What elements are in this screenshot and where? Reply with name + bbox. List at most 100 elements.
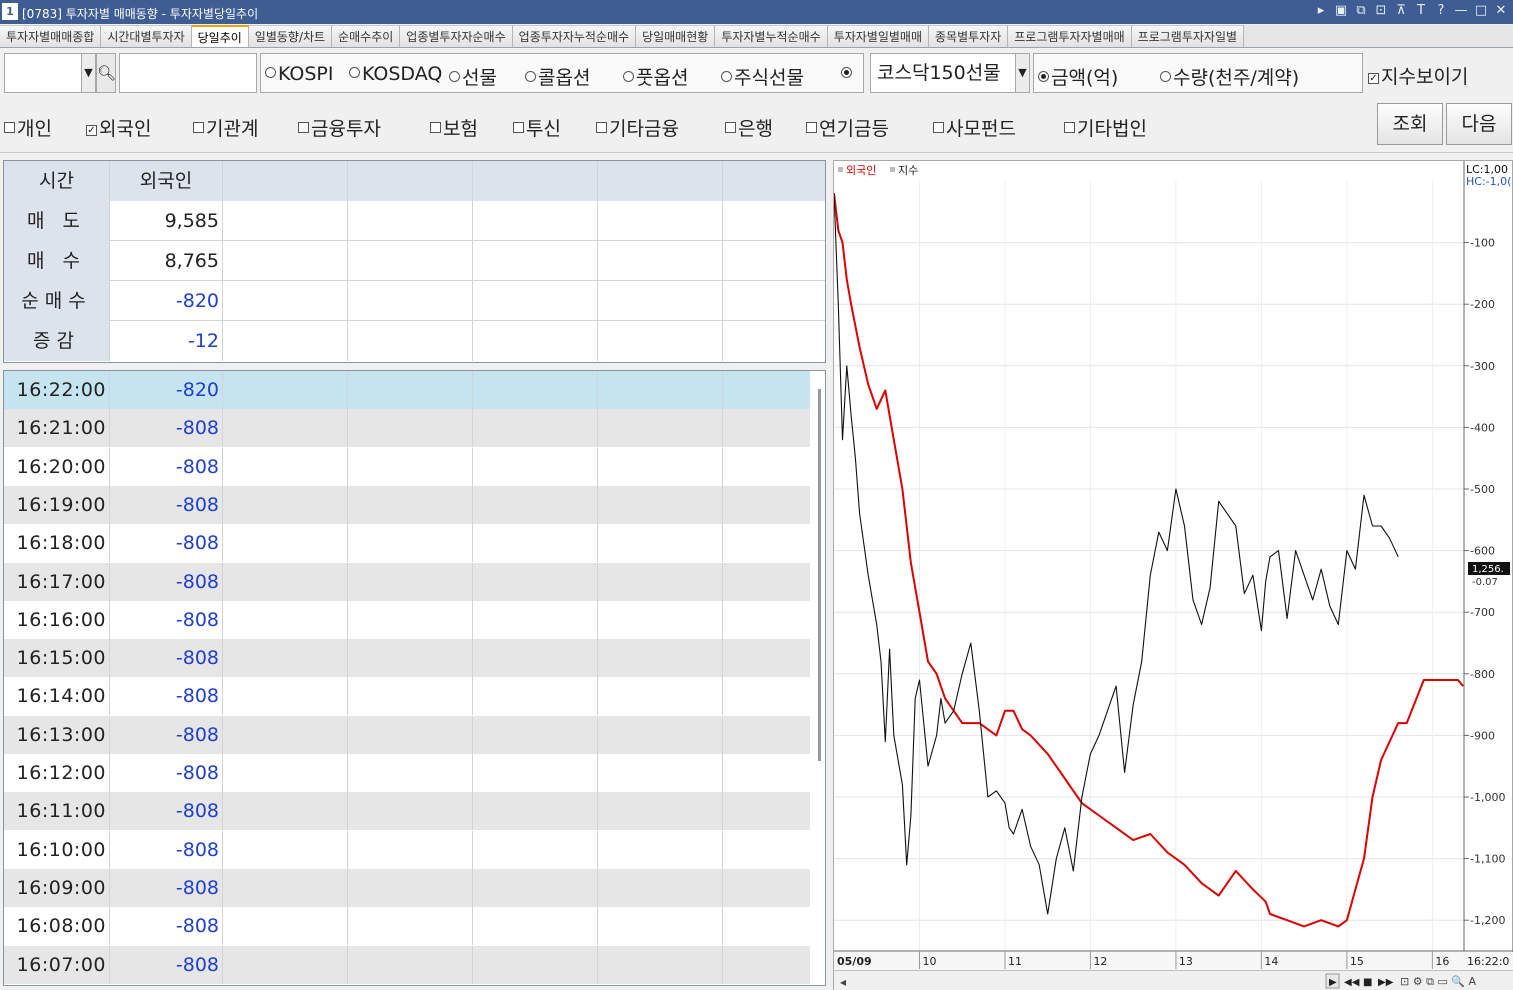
radio-selected-market[interactable] [841, 63, 854, 85]
row-empty-cell [723, 639, 810, 677]
link-icon[interactable]: ⧉ [1353, 3, 1369, 18]
row-empty-cell [598, 371, 723, 409]
row-empty-cell [473, 830, 598, 869]
table-row[interactable]: 16:11:00 -808 [4, 792, 810, 831]
close-icon[interactable]: ✕ [1493, 3, 1509, 18]
row-foreign-value: -808 [110, 600, 223, 639]
tab-12[interactable]: 프로그램투자자일별 [1131, 25, 1245, 47]
summary-empty-cell [348, 241, 473, 281]
checkbox-label: 투신 [526, 118, 561, 140]
table-row[interactable]: 16:13:00 -808 [4, 715, 810, 754]
tab-0[interactable]: 투자자별매매종합 [0, 25, 102, 47]
column-header-empty [348, 161, 473, 201]
tab-6[interactable]: 업종투자자누적순매수 [512, 25, 637, 47]
table-row[interactable]: 16:08:00 -808 [4, 907, 810, 946]
tab-3[interactable]: 일별동향/차트 [248, 25, 333, 47]
row-empty-cell [723, 448, 810, 486]
radio-quantity[interactable]: 수량(천주/계약) [1160, 63, 1299, 90]
help-icon[interactable]: ? [1433, 3, 1449, 18]
group-select[interactable]: ▼ [4, 53, 96, 93]
column-header-empty [473, 161, 598, 201]
investor-checkbox-4[interactable]: 보험 [430, 114, 478, 141]
investor-checkbox-7[interactable]: 은행 [725, 114, 773, 141]
row-foreign-value: -808 [110, 485, 223, 524]
radio-put-option[interactable]: 풋옵션 [623, 63, 688, 90]
table-row[interactable]: 16:19:00 -808 [4, 485, 810, 524]
tab-9[interactable]: 투자자별일별매매 [827, 25, 930, 47]
table-row[interactable]: 16:15:00 -808 [4, 639, 810, 678]
vertical-scrollbar[interactable] [818, 389, 821, 761]
summary-empty-cell [473, 241, 598, 281]
row-empty-cell [723, 869, 810, 907]
table-row[interactable]: 16:14:00 -808 [4, 677, 810, 716]
row-empty-cell [223, 754, 348, 792]
summary-empty-cell [348, 201, 473, 241]
chart-tool-icons[interactable]: ⊡ ⚙ ⧉ ▭ 🔍 A [1400, 974, 1477, 988]
next-button[interactable]: 다음 [1446, 103, 1512, 145]
tab-10[interactable]: 종목별투자자 [929, 25, 1009, 47]
row-time: 16:10:00 [4, 830, 110, 869]
chart-scrollbar[interactable]: ◂ ▶ ◀◀ ■ ▶▶ ⊡ ⚙ ⧉ ▭ 🔍 A [834, 970, 1513, 990]
show-index-checkbox[interactable]: ✓ 지수보이기 [1368, 62, 1468, 89]
radio-call-option[interactable]: 콜옵션 [525, 63, 590, 90]
radio-kosdaq[interactable]: KOSDAQ [349, 63, 442, 85]
investor-checkbox-3[interactable]: 금융투자 [298, 114, 381, 141]
investor-checkbox-0[interactable]: 개인 [4, 114, 52, 141]
row-empty-cell [723, 831, 810, 869]
futures-select[interactable]: 코스닥150선물 ▼ [870, 53, 1030, 93]
pin-icon[interactable]: ⊼ [1393, 3, 1409, 18]
radio-stock-futures[interactable]: 주식선물 [721, 63, 804, 90]
tab-11[interactable]: 프로그램투자자별매매 [1008, 25, 1132, 47]
table-row[interactable]: 16:22:00 -820 [4, 371, 810, 409]
summary-empty-cell [348, 321, 473, 361]
investor-checkbox-8[interactable]: 연기금등 [806, 114, 889, 141]
table-row[interactable]: 16:18:00 -808 [4, 524, 810, 563]
stop-icon[interactable]: ■ [1363, 977, 1372, 988]
row-time: 16:13:00 [4, 715, 110, 754]
code-input[interactable] [119, 53, 257, 93]
screen-icon[interactable]: ▣ [1333, 3, 1349, 18]
minimize-icon[interactable]: — [1453, 3, 1469, 18]
tab-8[interactable]: 투자자별누적순매수 [715, 25, 828, 47]
table-row[interactable]: 16:20:00 -808 [4, 447, 810, 486]
tab-2[interactable]: 당일추이 [191, 25, 249, 47]
summary-empty-cell [723, 321, 825, 361]
row-empty-cell [348, 907, 473, 946]
table-row[interactable]: 16:21:00 -808 [4, 409, 810, 448]
tab-4[interactable]: 순매수추이 [332, 25, 401, 47]
chevron-down-icon[interactable]: ▼ [81, 54, 95, 92]
investor-checkbox-6[interactable]: 기타금융 [596, 114, 679, 141]
fast-forward-icon[interactable]: ▶▶ [1378, 977, 1394, 988]
investor-checkbox-1[interactable]: ✓ 외국인 [86, 114, 151, 141]
radio-futures[interactable]: 선물 [449, 63, 497, 90]
investor-checkbox-9[interactable]: 사모펀드 [933, 114, 1016, 141]
chevron-down-icon[interactable]: ▼ [1015, 54, 1029, 92]
scroll-left-icon[interactable]: ◂ [840, 975, 846, 989]
investor-checkbox-10[interactable]: 기타법인 [1064, 114, 1147, 141]
y-tick-label: -1,000 [1470, 791, 1505, 804]
radio-kospi[interactable]: KOSPI [265, 63, 334, 85]
table-row[interactable]: 16:17:00 -808 [4, 562, 810, 601]
table-row[interactable]: 16:09:00 -808 [4, 868, 810, 907]
rewind-icon[interactable]: ◀◀ [1344, 977, 1360, 988]
font-icon[interactable]: T [1413, 3, 1429, 18]
investor-checkbox-2[interactable]: 기관계 [193, 114, 258, 141]
maximize-icon[interactable]: □ [1473, 3, 1489, 18]
table-row[interactable]: 16:07:00 -808 [4, 945, 810, 984]
checkbox-icon [933, 122, 944, 133]
query-button[interactable]: 조회 [1377, 103, 1443, 145]
tab-7[interactable]: 당일매매현황 [636, 25, 716, 47]
tab-1[interactable]: 시간대별투자자 [101, 25, 192, 47]
tab-5[interactable]: 업종별투자자순매수 [400, 25, 513, 47]
row-empty-cell [223, 485, 348, 524]
table-row[interactable]: 16:12:00 -808 [4, 754, 810, 792]
table-row[interactable]: 16:16:00 -808 [4, 600, 810, 639]
radio-amount[interactable]: 금액(억) [1038, 63, 1118, 90]
search-icon[interactable]: 🔍︎ [96, 53, 116, 93]
next-window-icon[interactable]: ▸ [1313, 3, 1329, 18]
row-empty-cell [348, 830, 473, 869]
copy-window-icon[interactable]: ⊡ [1373, 3, 1389, 18]
investor-checkbox-5[interactable]: 투신 [513, 114, 561, 141]
table-row[interactable]: 16:10:00 -808 [4, 830, 810, 869]
summary-row-value: 8,765 [110, 241, 223, 281]
